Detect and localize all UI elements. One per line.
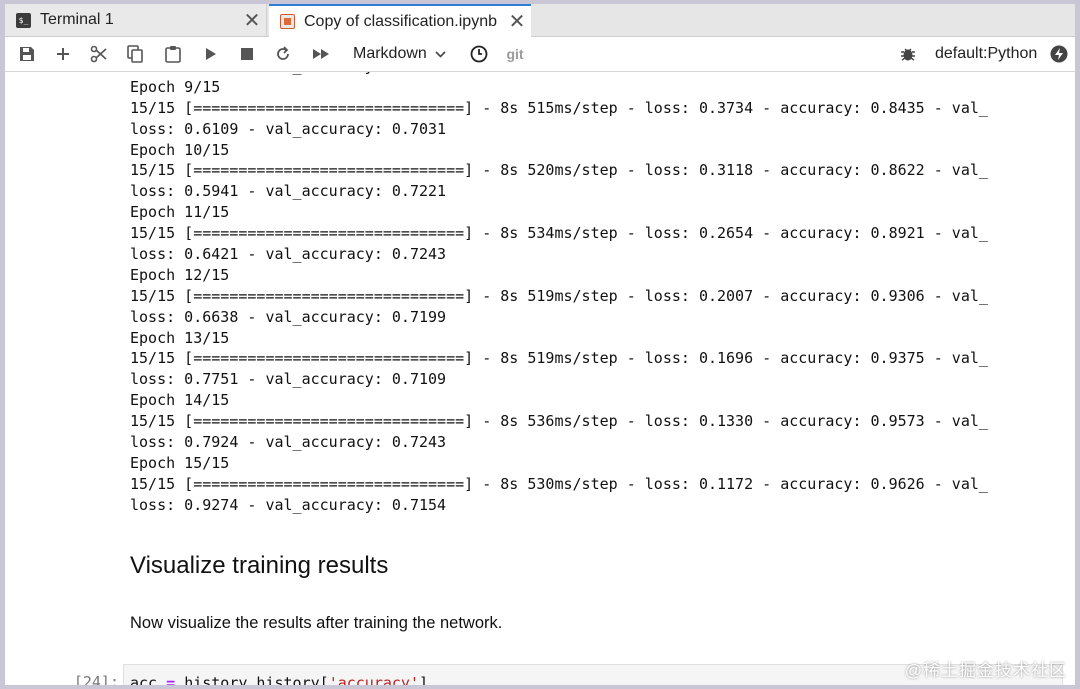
debugger-button[interactable] <box>896 37 920 71</box>
kernel-name[interactable]: default:Python <box>935 37 1045 71</box>
terminal-icon: $_ <box>16 12 31 28</box>
close-icon[interactable]: ✕ <box>242 8 262 33</box>
restart-button[interactable] <box>271 37 295 71</box>
output-line: 15/15 [==============================] -… <box>130 349 988 368</box>
notebook-toolbar: Markdown git default:Python <box>5 37 1075 72</box>
close-icon[interactable]: ✕ <box>507 9 527 34</box>
jupyterlab-window: $_ Terminal 1 ✕ Copy of classification.i… <box>5 4 1075 685</box>
bug-icon <box>901 48 915 61</box>
tab-label: Copy of classification.ipynb <box>304 12 497 30</box>
output-line: loss: 0.9274 - val_accuracy: 0.7154 <box>130 495 447 514</box>
code-var: acc <box>130 674 158 685</box>
kernel-label: default:Python <box>935 45 1038 62</box>
output-line: loss: 0.7924 - val_accuracy: 0.7243 <box>130 433 447 452</box>
output-line: 15/15 [==============================] -… <box>130 286 988 305</box>
code-bracket: ] <box>419 674 429 685</box>
output-line: loss: 0.7751 - val_accuracy: 0.7109 <box>130 370 447 389</box>
tab-notebook[interactable]: Copy of classification.ipynb ✕ <box>269 4 531 37</box>
output-line: loss: 0.6109 - val_accuracy: 0.7031 <box>130 119 447 138</box>
cut-button[interactable] <box>87 37 111 71</box>
copy-button[interactable] <box>123 37 147 71</box>
code-line[interactable]: acc = history.history['accuracy'] <box>130 674 428 685</box>
output-line: Epoch 14/15 <box>130 391 230 410</box>
copy-icon <box>127 45 143 63</box>
clock-icon <box>470 45 488 63</box>
output-line: Epoch 15/15 <box>130 453 230 472</box>
tab-label: Terminal 1 <box>40 11 114 28</box>
cell-output: loss: 0.5692 - val_accuracy: 0.6680Epoch… <box>130 72 1065 516</box>
stop-icon <box>241 48 253 60</box>
output-line: Epoch 10/15 <box>130 140 230 159</box>
save-button[interactable] <box>15 37 39 71</box>
git-label: git <box>506 46 524 62</box>
add-cell-button[interactable] <box>51 37 75 71</box>
output-line: 15/15 [==============================] -… <box>130 224 988 243</box>
stop-button[interactable] <box>235 37 259 71</box>
output-line: Epoch 9/15 <box>130 77 221 96</box>
input-prompt: [24]: <box>73 673 119 685</box>
restart-icon <box>277 46 289 60</box>
output-line: loss: 0.6638 - val_accuracy: 0.7199 <box>130 307 447 326</box>
code-operator: = <box>166 674 176 685</box>
cut-icon <box>90 45 107 63</box>
output-line: loss: 0.5941 - val_accuracy: 0.7221 <box>130 182 447 201</box>
watermark: @稀土掘金技术社区 <box>904 661 1067 680</box>
kernel-status <box>1048 37 1070 71</box>
cell-type-value: Markdown <box>353 45 427 62</box>
output-line: loss: 0.6421 - val_accuracy: 0.7243 <box>130 245 447 264</box>
chevron-down-icon <box>435 50 446 58</box>
output-line: Epoch 11/15 <box>130 203 230 222</box>
run-all-icon <box>313 49 329 59</box>
output-line: 15/15 [==============================] -… <box>130 412 988 431</box>
run-button[interactable] <box>199 37 223 71</box>
code-string: 'accuracy' <box>328 674 419 685</box>
tab-bar: $_ Terminal 1 ✕ Copy of classification.i… <box>5 4 1075 37</box>
add-cell-icon <box>57 48 69 60</box>
markdown-heading: Visualize training results <box>130 552 389 579</box>
notebook-panel[interactable]: loss: 0.5692 - val_accuracy: 0.6680Epoch… <box>5 72 1075 685</box>
output-line: Epoch 12/15 <box>130 265 230 284</box>
markdown-paragraph: Now visualize the results after training… <box>130 614 503 632</box>
paste-icon <box>165 46 181 63</box>
cell-type-select[interactable]: Markdown <box>353 37 449 71</box>
output-line: 15/15 [==============================] -… <box>130 98 988 117</box>
notebook-icon <box>280 14 295 29</box>
run-all-button[interactable] <box>308 37 334 71</box>
output-line: Epoch 13/15 <box>130 328 230 347</box>
output-line: 15/15 [==============================] -… <box>130 474 988 493</box>
save-icon <box>20 47 34 61</box>
code-expr: history.history[ <box>184 674 329 685</box>
tab-terminal[interactable]: $_ Terminal 1 ✕ <box>5 4 267 36</box>
output-line: 15/15 [==============================] -… <box>130 161 988 180</box>
clock-button[interactable] <box>467 37 491 71</box>
kernel-status-icon <box>1050 45 1068 63</box>
run-icon <box>206 48 216 60</box>
git-button[interactable]: git <box>503 37 527 71</box>
paste-button[interactable] <box>161 37 185 71</box>
